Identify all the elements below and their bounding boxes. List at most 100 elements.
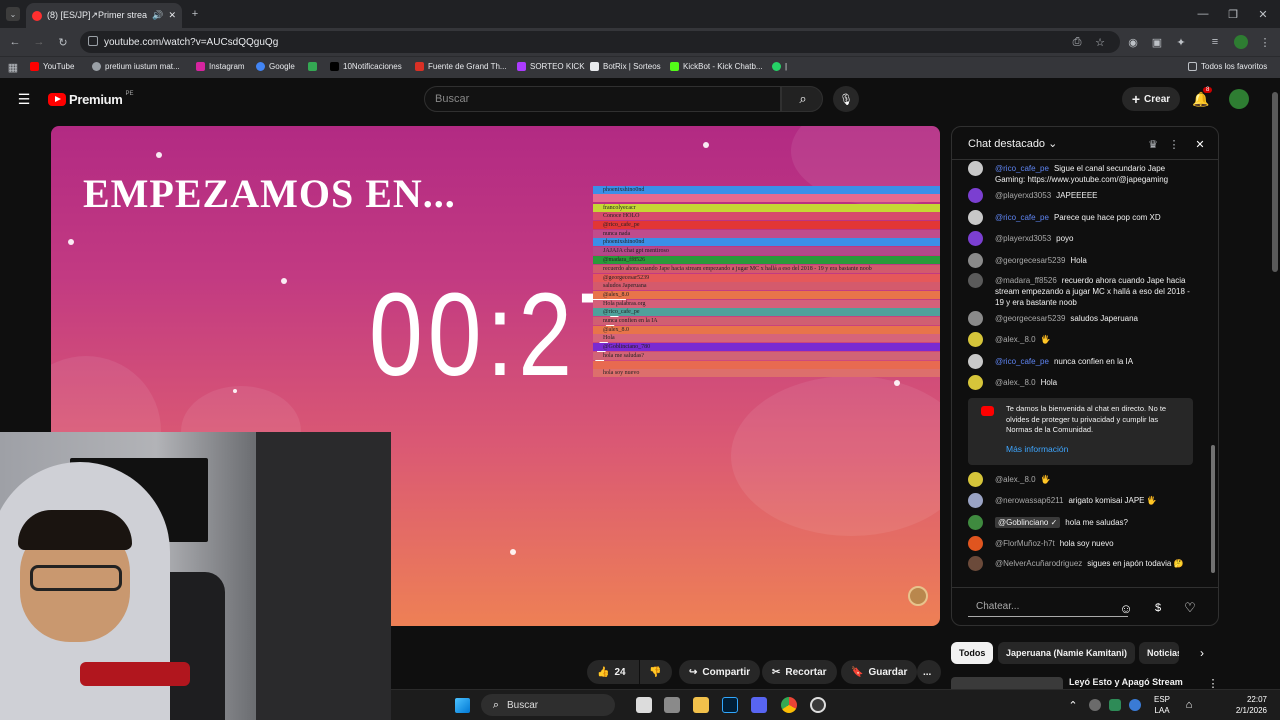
youtube-logo[interactable]: Premium PE — [48, 91, 134, 107]
bookmark-item[interactable]: 10Notificaciones — [330, 62, 402, 71]
clip-button[interactable]: ✂ Recortar — [762, 660, 837, 684]
bookmark-item[interactable]: Fuente de Grand Th... — [415, 62, 507, 71]
chat-author-avatar[interactable] — [968, 253, 983, 268]
related-more-icon[interactable]: ⋮ — [1207, 677, 1219, 690]
create-button[interactable]: + Crear — [1122, 87, 1180, 111]
reading-list-icon[interactable]: ≡ — [1208, 35, 1222, 49]
tab-list-icon[interactable]: ⌄ — [6, 7, 20, 21]
chip-todos[interactable]: Todos — [951, 642, 994, 664]
chevron-right-icon[interactable]: › — [1195, 646, 1209, 660]
chat-author-avatar[interactable] — [968, 493, 983, 508]
browser-tab[interactable]: (8) [ES/JP]↗Primer stream 🔊 ✕ — [26, 3, 182, 28]
chat-author-avatar[interactable] — [968, 332, 983, 347]
forward-icon[interactable]: → — [32, 35, 46, 49]
chat-menu-icon[interactable]: ⋮ — [1167, 137, 1181, 151]
tray-icon-2[interactable] — [1109, 699, 1121, 711]
super-chat-icon[interactable]: $ — [1150, 600, 1166, 616]
extension-icon[interactable]: ◉ — [1126, 35, 1140, 49]
chat-author-name[interactable]: @alex._8.0 — [995, 335, 1036, 344]
bookmark-item[interactable]: Google — [256, 62, 295, 71]
tab-close-icon[interactable]: ✕ — [168, 10, 176, 21]
chat-author-avatar[interactable] — [968, 210, 983, 225]
all-favorites-link[interactable]: Todos los favoritos — [1188, 62, 1267, 71]
account-avatar[interactable] — [1229, 89, 1249, 109]
related-video-thumbnail[interactable] — [951, 677, 1063, 689]
bookmark-star-icon[interactable]: ☆ — [1093, 35, 1107, 49]
voice-search-button[interactable]: 🎙 — [833, 86, 859, 112]
app-icon[interactable] — [664, 697, 680, 713]
chat-author-name[interactable]: @rico_cafe_pe — [995, 164, 1049, 173]
chat-author-avatar[interactable] — [968, 536, 983, 551]
search-button[interactable]: ⌕ — [781, 86, 823, 112]
site-info-icon[interactable] — [88, 36, 98, 46]
new-tab-icon[interactable]: + — [188, 7, 202, 21]
extensions-puzzle-icon[interactable]: ✦ — [1174, 35, 1188, 49]
bookmark-item[interactable]: YouTube — [30, 62, 74, 71]
taskbar-search[interactable]: ⌕ Buscar — [481, 694, 615, 716]
chat-author-name[interactable]: @georgecesar5239 — [995, 256, 1065, 265]
chat-close-icon[interactable]: ✕ — [1193, 137, 1207, 151]
chat-author-name[interactable]: @alex._8.0 — [995, 378, 1036, 387]
chat-author-name[interactable]: @Goblinciano ✓ — [995, 517, 1061, 528]
task-view-icon[interactable] — [636, 697, 652, 713]
channel-watermark-avatar[interactable] — [908, 586, 928, 606]
chip-noticias[interactable]: Noticias — [1139, 642, 1179, 664]
chat-author-name[interactable]: @NelverAcuñarodriguez — [995, 559, 1082, 568]
share-button[interactable]: ↪ Compartir — [679, 660, 761, 684]
crown-icon[interactable]: ♛ — [1146, 137, 1160, 151]
chat-author-name[interactable]: @madara_ff8526 — [995, 276, 1057, 285]
chat-input[interactable]: Chatear... — [968, 597, 1128, 617]
chat-author-name[interactable]: @FlorMuñoz-h7t — [995, 539, 1055, 548]
hamburger-menu-icon[interactable]: ☰ — [16, 91, 32, 107]
notifications-button[interactable]: 🔔 8 — [1192, 87, 1213, 108]
search-input[interactable]: Buscar — [424, 86, 781, 112]
page-scrollbar[interactable] — [1272, 92, 1278, 272]
like-button[interactable]: 👍 24 — [587, 660, 639, 684]
chat-author-avatar[interactable] — [968, 188, 983, 203]
taskbar-clock[interactable]: 22:07 2/1/2026 — [1211, 694, 1267, 716]
bookmark-item[interactable] — [308, 62, 321, 71]
install-icon[interactable]: ⎙ — [1070, 35, 1084, 49]
maximize-icon[interactable]: ❐ — [1226, 7, 1240, 21]
chrome-icon[interactable] — [781, 697, 797, 713]
tray-icon-3[interactable] — [1129, 699, 1141, 711]
minimize-icon[interactable]: — — [1196, 7, 1210, 21]
chat-author-name[interactable]: @rico_cafe_pe — [995, 357, 1049, 366]
reload-icon[interactable]: ↻ — [56, 35, 70, 49]
browser-menu-icon[interactable]: ⋮ — [1258, 35, 1272, 49]
chat-author-avatar[interactable] — [968, 161, 983, 176]
tray-overflow-icon[interactable]: ⌃ — [1067, 698, 1079, 712]
address-bar[interactable]: youtube.com/watch?v=AUCsdQQguQg — [80, 31, 1120, 53]
chat-author-avatar[interactable] — [968, 311, 983, 326]
chat-mode-dropdown[interactable]: Chat destacado ⌄ — [968, 137, 1057, 150]
profile-avatar[interactable] — [1234, 35, 1248, 49]
extension-icon-2[interactable]: ▣ — [1150, 35, 1164, 49]
window-close-icon[interactable]: ✕ — [1256, 7, 1270, 21]
windows-start-icon[interactable] — [455, 698, 470, 713]
back-icon[interactable]: ← — [8, 35, 22, 49]
chat-author-avatar[interactable] — [968, 472, 983, 487]
bookmark-item[interactable]: BotRix | Sorteos — [590, 62, 661, 71]
chat-author-name[interactable]: @playerxd3053 — [995, 191, 1051, 200]
chat-scrollbar[interactable] — [1211, 445, 1215, 573]
apps-grid-icon[interactable]: ▦ — [8, 62, 18, 74]
chat-author-avatar[interactable] — [968, 273, 983, 288]
more-actions-button[interactable]: ... — [917, 660, 941, 684]
tray-icon[interactable] — [1089, 699, 1101, 711]
chat-author-name[interactable]: @playerxd3053 — [995, 234, 1051, 243]
dislike-button[interactable]: 👎 — [640, 660, 672, 684]
input-language[interactable]: ESP LAA — [1151, 694, 1173, 716]
chat-author-name[interactable]: @nerowassap6211 — [995, 496, 1063, 505]
chat-author-avatar[interactable] — [968, 556, 983, 571]
bookmark-item[interactable]: SORTEO KICK — [517, 62, 585, 71]
network-icon[interactable]: ⌂ — [1183, 699, 1195, 711]
related-video-title[interactable]: Leyó Esto y Apagó Stream — [1069, 677, 1183, 687]
photoshop-icon[interactable] — [722, 697, 738, 713]
bookmark-item[interactable]: KickBot - Kick Chatb... — [670, 62, 763, 71]
chat-author-avatar[interactable] — [968, 515, 983, 530]
chat-author-avatar[interactable] — [968, 354, 983, 369]
more-info-link[interactable]: Más información — [1006, 444, 1185, 455]
chat-author-name[interactable]: @georgecesar5239 — [995, 314, 1065, 323]
chat-author-name[interactable]: @alex._8.0 — [995, 475, 1036, 484]
chat-author-avatar[interactable] — [968, 231, 983, 246]
